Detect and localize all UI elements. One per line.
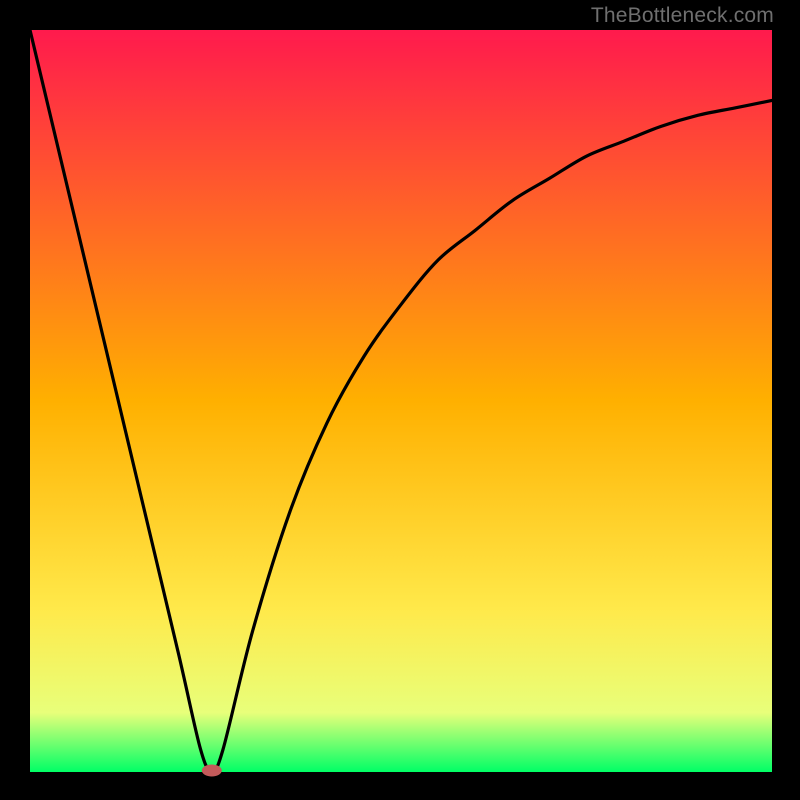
plot-background bbox=[30, 30, 772, 772]
optimal-marker bbox=[202, 765, 222, 777]
credit-text: TheBottleneck.com bbox=[591, 4, 774, 28]
chart-stage: TheBottleneck.com bbox=[0, 0, 800, 800]
bottleneck-chart bbox=[0, 0, 800, 800]
